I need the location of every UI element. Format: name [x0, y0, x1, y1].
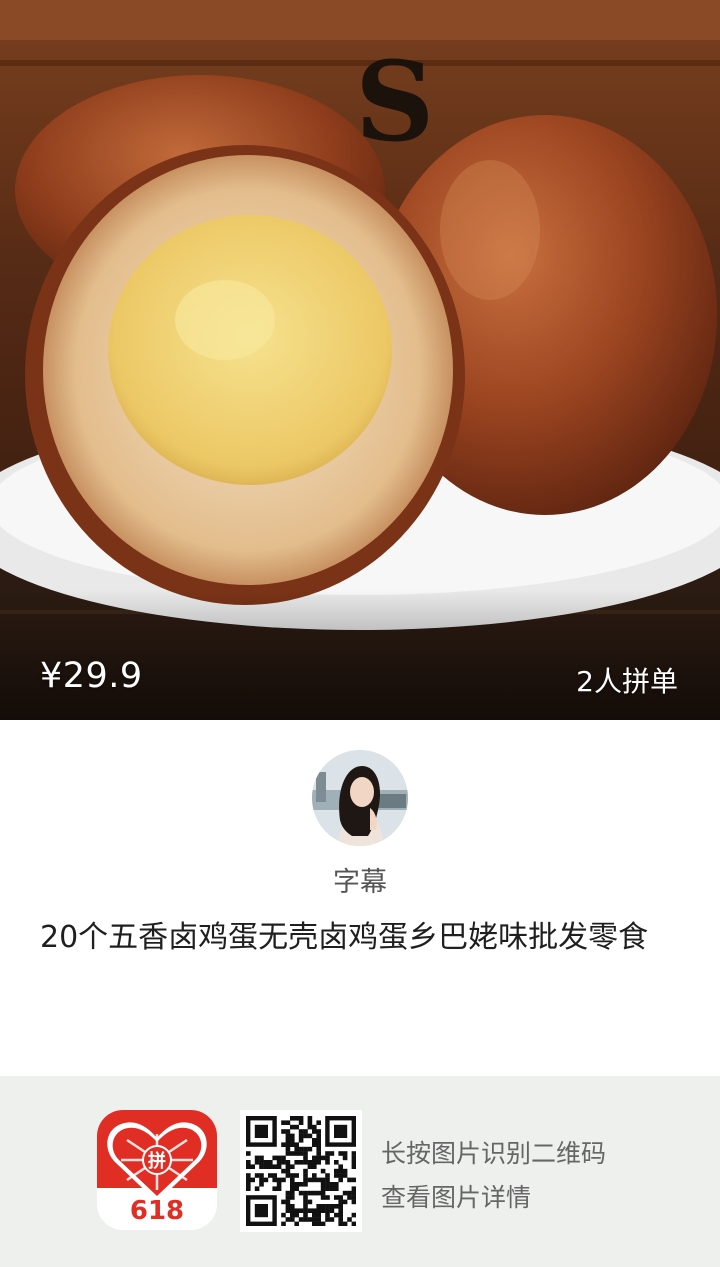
seller-nickname: 字幕 [333, 867, 387, 898]
avatar[interactable] [312, 750, 408, 846]
logo-char: 拼 [148, 1150, 166, 1172]
qr-hint-line2: 查看图片详情 [381, 1183, 532, 1212]
qr-code-pattern [246, 1116, 357, 1227]
share-card: S ¥29.9 2人拼单 字幕 20个五香卤鸡蛋无壳卤鸡蛋乡巴姥味批发零食 拼 … [0, 0, 720, 1267]
image-shade [0, 590, 720, 720]
group-buy-count: 2人拼单 [576, 665, 678, 698]
qr-code-icon[interactable] [240, 1110, 362, 1232]
product-title[interactable]: 20个五香卤鸡蛋无壳卤鸡蛋乡巴姥味批发零食 [40, 912, 700, 956]
avatar-image [312, 750, 408, 846]
qr-hint-line1: 长按图片识别二维码 [381, 1139, 607, 1168]
footer: 拼 618 长按图片识别二维码 查看图片详情 [0, 1076, 720, 1267]
app-logo-icon[interactable]: 拼 618 [97, 1110, 217, 1230]
logo-number: 618 [129, 1196, 185, 1226]
product-image[interactable]: S ¥29.9 2人拼单 [0, 0, 720, 720]
price-label: ¥29.9 [40, 656, 143, 696]
